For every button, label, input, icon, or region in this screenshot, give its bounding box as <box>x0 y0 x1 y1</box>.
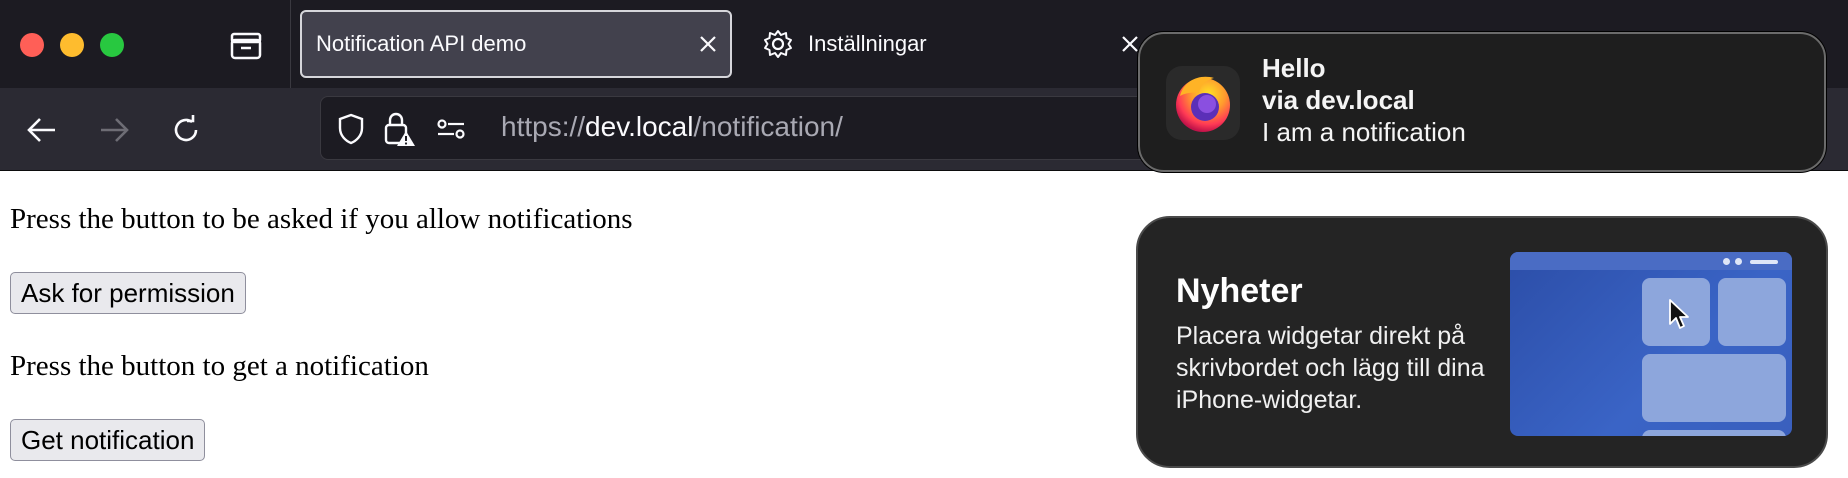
ask-permission-button[interactable]: Ask for permission <box>10 272 246 314</box>
notification-title: Hello <box>1262 53 1326 83</box>
gear-icon <box>756 22 800 66</box>
shield-icon[interactable] <box>331 109 371 149</box>
url-host: dev.local <box>585 111 694 142</box>
tab-settings[interactable]: Inställningar <box>752 10 1152 78</box>
widgets-illustration <box>1510 252 1792 436</box>
tab-label: Notification API demo <box>316 31 527 56</box>
get-notification-button[interactable]: Get notification <box>10 419 206 461</box>
notification-prompt-text: Press the button to get a notification <box>10 350 429 382</box>
system-notification[interactable]: Hello via dev.local I am a notification <box>1138 32 1826 172</box>
widget-tile <box>1642 430 1786 436</box>
notification-body: I am a notification <box>1262 117 1466 147</box>
reload-icon[interactable] <box>164 108 208 152</box>
illustration-dot <box>1723 258 1730 265</box>
widget-tile <box>1718 278 1786 346</box>
url-text[interactable]: https://dev.local/notification/ <box>501 111 843 143</box>
window-zoom-button[interactable] <box>100 33 124 57</box>
close-icon[interactable] <box>686 22 730 66</box>
forward-arrow-icon[interactable] <box>92 108 136 152</box>
illustration-dash <box>1750 260 1778 264</box>
permissions-icon[interactable] <box>431 109 471 149</box>
illustration-dot <box>1735 258 1742 265</box>
widgets-promo-card[interactable]: Nyheter Placera widgetar direkt på skriv… <box>1136 216 1828 468</box>
url-path: /notification/ <box>693 111 843 142</box>
promo-title: Nyheter <box>1176 272 1303 310</box>
tab-label: Inställningar <box>808 31 927 56</box>
firefox-icon <box>1166 66 1240 140</box>
permission-prompt-text: Press the button to be asked if you allo… <box>10 203 633 235</box>
tab-separator <box>290 0 291 88</box>
notification-source: via dev.local <box>1262 85 1415 115</box>
cursor-icon <box>1668 298 1694 337</box>
back-arrow-icon[interactable] <box>20 108 64 152</box>
widget-tile <box>1642 354 1786 422</box>
window-close-button[interactable] <box>20 33 44 57</box>
tab-overview-icon[interactable] <box>226 28 266 64</box>
window-minimize-button[interactable] <box>60 33 84 57</box>
tab-notification-demo[interactable]: Notification API demo <box>300 10 732 78</box>
url-scheme: https:// <box>501 111 586 142</box>
promo-description: Placera widgetar direkt på skrivbordet o… <box>1176 322 1485 414</box>
notification-text: Hello via dev.local I am a notification <box>1262 52 1466 148</box>
lock-warning-icon[interactable] <box>379 109 419 149</box>
